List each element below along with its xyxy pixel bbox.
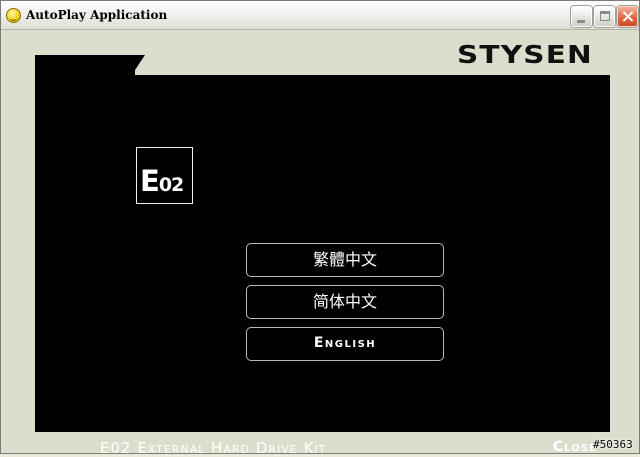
english-button[interactable]: English <box>246 327 444 361</box>
maximize-icon <box>600 11 610 21</box>
close-button[interactable]: Close <box>553 439 597 455</box>
close-window-button[interactable] <box>617 6 638 27</box>
traditional-chinese-button[interactable]: 繁體中文 <box>246 243 444 277</box>
product-logo-text: E02 <box>140 164 184 198</box>
product-logo-sub: 02 <box>158 174 184 196</box>
product-logo: E02 <box>136 147 193 204</box>
smiley-icon <box>6 8 21 23</box>
app-window: AutoPlay Application STYSEN E02 繁體中文 简体中… <box>0 0 640 457</box>
title-bar[interactable]: AutoPlay Application <box>1 1 639 30</box>
panel-tab <box>35 55 135 77</box>
brand-logo: STYSEN <box>457 40 593 69</box>
minimize-icon <box>577 20 585 23</box>
product-name: E02 External Hard Drive Kit <box>100 439 327 457</box>
maximize-button[interactable] <box>594 6 615 27</box>
autoplay-content: STYSEN E02 繁體中文 简体中文 English E02 Externa… <box>5 31 635 457</box>
close-icon <box>618 7 637 26</box>
watermark: #50363 <box>593 438 633 451</box>
simplified-chinese-button[interactable]: 简体中文 <box>246 285 444 319</box>
product-logo-main: E <box>140 164 160 198</box>
panel-tab-slope <box>131 55 145 76</box>
main-panel: E02 繁體中文 简体中文 English E02 External Hard … <box>35 75 610 457</box>
window-title: AutoPlay Application <box>26 8 168 22</box>
minimize-button[interactable] <box>571 6 592 27</box>
